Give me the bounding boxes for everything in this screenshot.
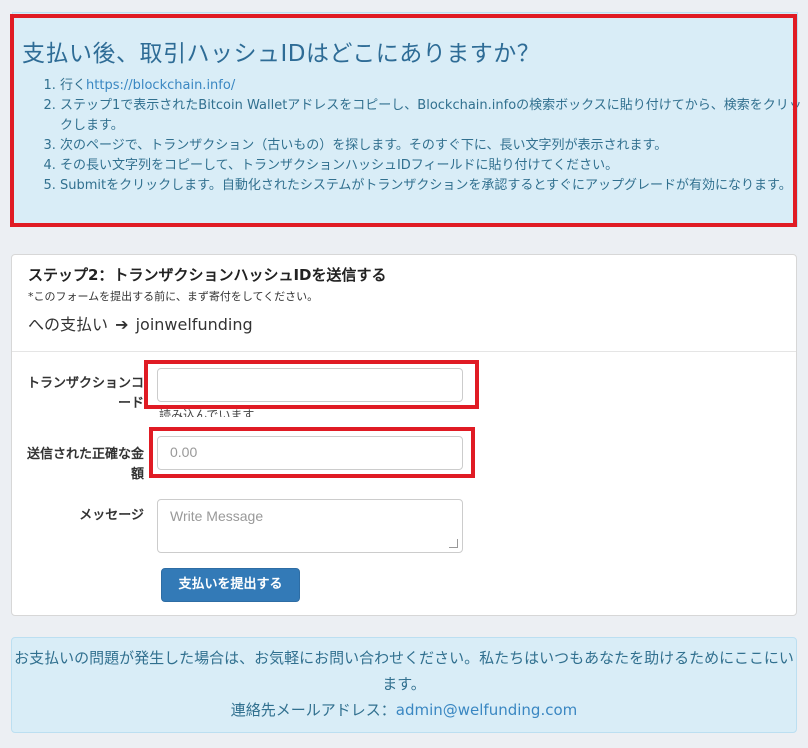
message-textarea[interactable]: Write Message	[157, 499, 463, 553]
contact-prefix: 連絡先メールアドレス：	[230, 701, 396, 719]
form-note: *このフォームを提出する前に、まず寄付をしてください。	[28, 290, 319, 303]
message-label: メッセージ	[79, 508, 144, 523]
pay-to-line: への支払い ➔ joinwelfunding	[28, 311, 253, 335]
submit-payment-button[interactable]: 支払いを提出する	[161, 568, 300, 602]
list-item: その長い文字列をコピーして、トランザクションハッシュIDフィールドに貼り付けてく…	[60, 156, 808, 176]
form-title: ステップ2：トランザクションハッシュIDを送信する	[28, 266, 387, 284]
pay-to-prefix: への支払い	[28, 315, 109, 334]
transaction-code-label: トランザクションコード	[26, 376, 144, 411]
payment-form-card: ステップ2：トランザクションハッシュIDを送信する *このフォームを提出する前に…	[11, 254, 797, 616]
loading-text: 読み込んでいます...	[159, 408, 266, 417]
arrow-right-icon: ➔	[115, 315, 129, 334]
help-panel: お支払いの問題が発生した場合は、お気軽にお問い合わせください。私たちはいつもあな…	[11, 637, 797, 733]
amount-input[interactable]: 0.00	[157, 436, 463, 470]
list-item: Submitをクリックします。自動化されたシステムがトランザクションを承認すると…	[60, 176, 808, 196]
blockchain-link[interactable]: https://blockchain.info/	[86, 78, 235, 93]
amount-label: 送信された正確な金額	[26, 447, 144, 482]
contact-email-link[interactable]: admin@welfunding.com	[396, 701, 577, 719]
info-title: 支払い後、取引ハッシュIDはどこにありますか？	[22, 41, 541, 67]
step-1-prefix: 行く	[60, 78, 87, 93]
list-item: 行くhttps://blockchain.info/	[60, 76, 808, 96]
pay-to-name: joinwelfunding	[135, 315, 253, 334]
transaction-code-input[interactable]	[157, 368, 463, 402]
message-placeholder: Write Message	[170, 508, 264, 524]
help-text: お支払いの問題が発生した場合は、お気軽にお問い合わせください。私たちはいつもあな…	[14, 649, 794, 693]
resize-grip-icon[interactable]	[449, 539, 458, 548]
list-item: ステップ1で表示されたBitcoin Walletアドレスをコピーし、Block…	[60, 96, 808, 136]
list-item: 次のページで、トランザクション（古いもの）を探します。そのすぐ下に、長い文字列が…	[60, 136, 808, 156]
instructions-list: 行くhttps://blockchain.info/ ステップ1で表示されたBi…	[36, 76, 808, 196]
divider	[12, 351, 796, 352]
contact-line: 連絡先メールアドレス：admin@welfunding.com	[12, 697, 796, 723]
